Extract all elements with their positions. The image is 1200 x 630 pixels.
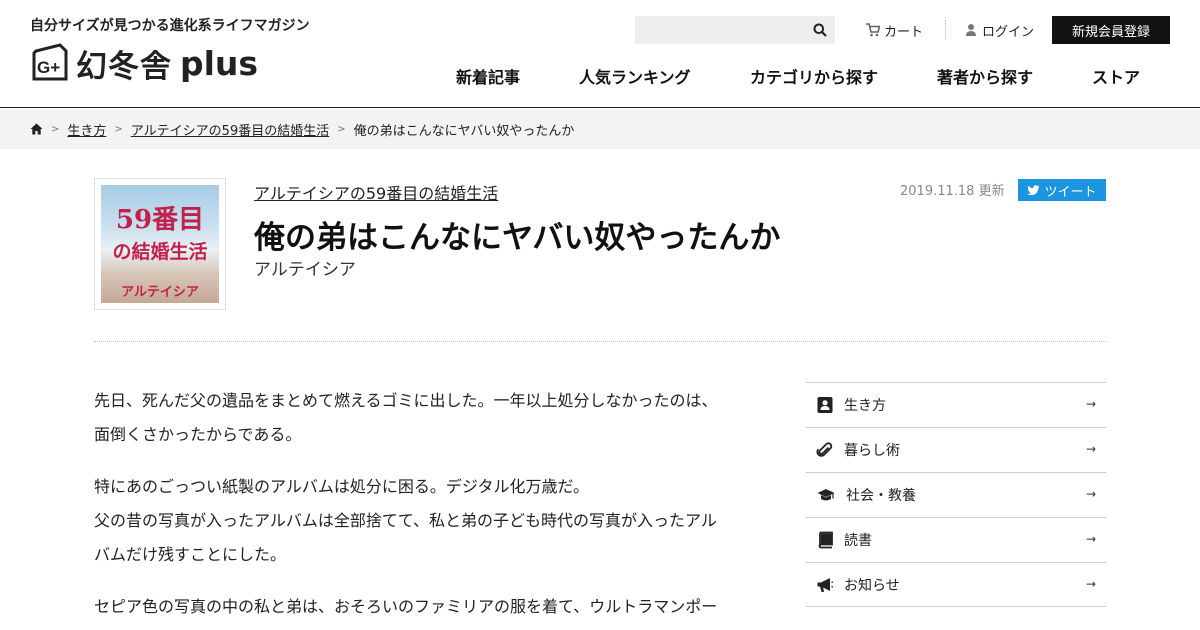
category-sidebar: 生き方 → 暮らし術 → 社会・教養 → 読書 → お知らせ → [806, 382, 1106, 607]
cart-label: カート [884, 24, 924, 40]
sidebar-item-label: 暮らし術 [844, 443, 900, 459]
cart-link[interactable]: カート [866, 20, 923, 40]
nav-item-ranking[interactable]: 人気ランキング [579, 64, 691, 87]
search-box [635, 16, 835, 44]
search-input[interactable] [635, 16, 805, 44]
site-tagline: 自分サイズが見つかる進化系ライフマガジン [30, 18, 310, 34]
thumbnail-author: アルテイシア [121, 285, 199, 300]
arrow-right-icon: → [1085, 442, 1096, 456]
breadcrumb-item[interactable]: 生き方 [67, 120, 106, 139]
breadcrumb-separator: > [51, 123, 60, 135]
series-thumbnail-image: 59番目 の結婚生活 アルテイシア [101, 185, 219, 303]
sidebar-item-label: 読書 [844, 533, 872, 549]
tweet-label: ツイート [1044, 183, 1097, 199]
breadcrumb: > 生き方 > アルテイシアの59番目の結婚生活 > 俺の弟はこんなにヤバい奴や… [0, 109, 1200, 149]
sidebar-item-label: 社会・教養 [846, 488, 916, 504]
sidebar-item-society[interactable]: 社会・教養 → [806, 472, 1106, 517]
series-link[interactable]: アルテイシアの59番目の結婚生活 [254, 180, 498, 204]
paragraph-line: 特にあのごっつい紙製のアルバムは処分に困る。デジタル化万歳だ。 [94, 477, 590, 496]
nav-item-category[interactable]: カテゴリから探す [750, 64, 878, 87]
breadcrumb-separator: > [337, 123, 346, 135]
paragraph: セピア色の写真の中の私と弟は、おそろいのファミリアの服を着て、ウルトラマンポー [94, 590, 766, 624]
article-author[interactable]: アルテイシア [254, 255, 356, 280]
series-thumbnail[interactable]: 59番目 の結婚生活 アルテイシア [94, 178, 226, 310]
paragraph-line: バムだけ残すことにした。 [94, 545, 287, 564]
arrow-right-icon: → [1085, 532, 1096, 546]
graduation-cap-icon [817, 489, 835, 501]
person-badge-icon [817, 397, 833, 413]
sidebar-item-label: お知らせ [844, 577, 900, 594]
svg-text:G+: G+ [37, 58, 60, 77]
megaphone-icon [817, 577, 834, 592]
twitter-icon [1027, 184, 1040, 195]
thumbnail-title-line2: の結婚生活 [112, 241, 208, 263]
logo-mark-icon: G+ [32, 43, 68, 81]
sidebar-item-label: 生き方 [844, 398, 886, 414]
header-separator [945, 20, 946, 40]
paragraph: 特にあのごっつい紙製のアルバムは処分に困る。デジタル化万歳だ。 父の昔の写真が入… [94, 470, 766, 572]
breadcrumb-current: 俺の弟はこんなにヤバい奴やったんか [353, 123, 575, 139]
login-label: ログイン [982, 24, 1035, 40]
login-link[interactable]: ログイン [964, 20, 1034, 40]
signup-button[interactable]: 新規会員登録 [1052, 16, 1170, 44]
sidebar-item-living[interactable]: 暮らし術 → [806, 427, 1106, 472]
paragraph-line: 先日、死んだ父の遺品をまとめて燃えるゴミに出した。一年以上処分しなかったのは、 [94, 391, 718, 410]
update-date: 2019.11.18 更新 [900, 184, 1005, 199]
user-icon [966, 24, 976, 36]
breadcrumb-item[interactable]: アルテイシアの59番目の結婚生活 [131, 120, 329, 139]
nav-item-store[interactable]: ストア [1092, 64, 1140, 87]
site-logo[interactable]: G+ 幻冬舎 plus [30, 40, 258, 86]
article-title: 俺の弟はこんなにヤバい奴やったんか [254, 220, 781, 256]
paperclip-icon [816, 442, 833, 457]
breadcrumb-separator: > [114, 123, 123, 135]
logo-plus: plus [180, 43, 259, 83]
nav-item-authors[interactable]: 著者から探す [937, 64, 1033, 87]
cart-icon [866, 23, 880, 37]
paragraph-line: セピア色の写真の中の私と弟は、おそろいのファミリアの服を着て、ウルトラマンポー [94, 597, 718, 616]
thumbnail-title-line1: 59番目 [115, 205, 205, 235]
paragraph: 先日、死んだ父の遺品をまとめて燃えるゴミに出した。一年以上処分しなかったのは、 … [94, 384, 766, 452]
sidebar-item-lifestyle[interactable]: 生き方 → [806, 382, 1106, 427]
tweet-button[interactable]: ツイート [1018, 179, 1106, 201]
sidebar-item-news[interactable]: お知らせ → [806, 562, 1106, 607]
article-body: 先日、死んだ父の遺品をまとめて燃えるゴミに出した。一年以上処分しなかったのは、 … [94, 384, 766, 630]
logo-text: 幻冬舎 [76, 48, 172, 85]
header-divider [94, 341, 1106, 342]
paragraph-line: 父の昔の写真が入ったアルバムは全部捨てて、私と弟の子ども時代の写真が入ったアル [94, 511, 717, 530]
sidebar-item-reading[interactable]: 読書 → [806, 517, 1106, 562]
search-icon[interactable] [813, 23, 827, 37]
home-icon[interactable] [30, 123, 43, 135]
book-icon [818, 531, 833, 549]
arrow-right-icon: → [1085, 487, 1096, 501]
arrow-right-icon: → [1085, 397, 1096, 411]
paragraph-line: 面倒くさかったからである。 [94, 425, 302, 444]
nav-item-new[interactable]: 新着記事 [456, 64, 520, 87]
site-header: 自分サイズが見つかる進化系ライフマガジン G+ 幻冬舎 plus カート ログイ… [0, 0, 1200, 108]
arrow-right-icon: → [1085, 577, 1096, 591]
